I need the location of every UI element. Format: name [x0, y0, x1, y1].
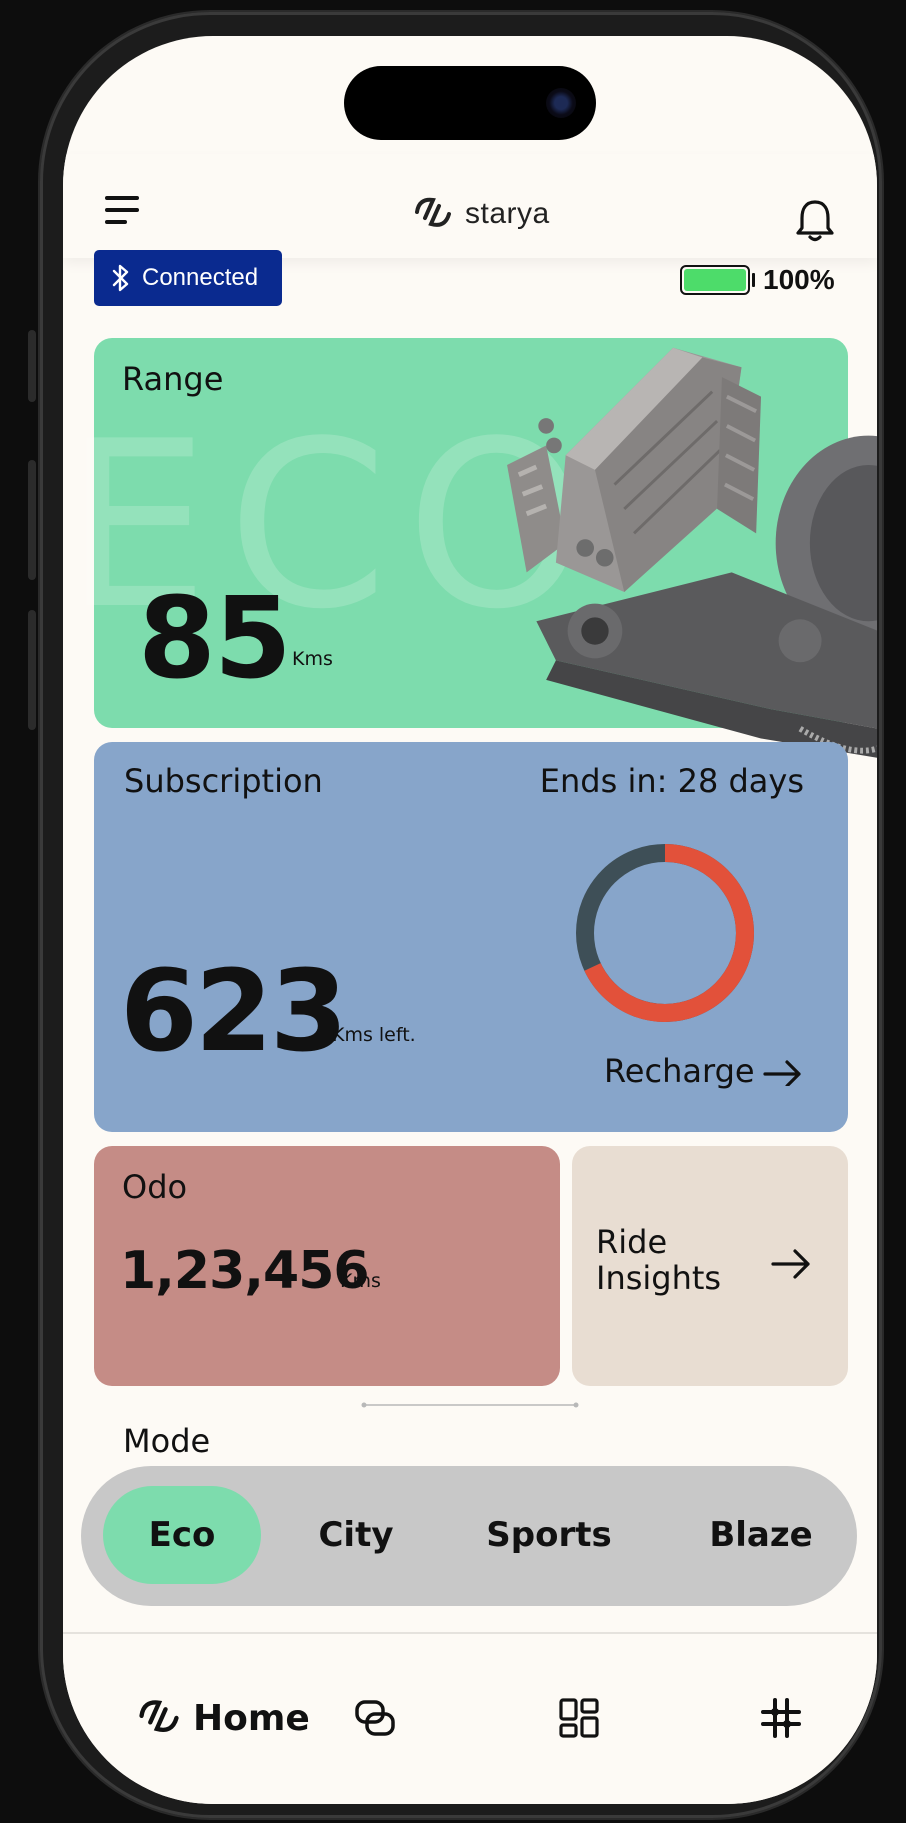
- subscription-title: Subscription: [124, 762, 323, 800]
- recharge-label: Recharge: [604, 1052, 755, 1090]
- hamburger-menu-icon[interactable]: [105, 196, 141, 226]
- battery-tip: [752, 273, 755, 287]
- scooter-icon[interactable]: [759, 1696, 803, 1740]
- scooter-motor-image: [507, 347, 877, 758]
- odo-title: Odo: [122, 1168, 188, 1206]
- ride-insights-label: Ride Insights: [596, 1223, 722, 1297]
- grid-icon[interactable]: [557, 1696, 601, 1740]
- battery-icon: [680, 265, 750, 295]
- range-value: 85: [138, 574, 292, 704]
- link-icon[interactable]: [353, 1696, 397, 1740]
- subscription-ends-text: Ends in: 28 days: [539, 762, 804, 800]
- mode-option-city[interactable]: City: [281, 1486, 431, 1584]
- subscription-kms-left-unit: Kms left.: [332, 1024, 416, 1046]
- battery-percentage: 100%: [763, 264, 835, 295]
- recharge-button[interactable]: Recharge: [604, 1052, 803, 1090]
- bluetooth-status-badge[interactable]: Connected: [94, 250, 282, 306]
- battery-indicator: 100%: [680, 264, 835, 296]
- mode-option-sports[interactable]: Sports: [461, 1486, 637, 1584]
- odometer-card: Odo 1,23,456 Kms: [94, 1146, 560, 1386]
- bell-icon[interactable]: [793, 198, 837, 244]
- volume-down-button: [28, 610, 36, 730]
- battery-level-fill: [684, 269, 746, 291]
- volume-up-button: [28, 460, 36, 580]
- nav-home-tab[interactable]: Home: [135, 1694, 310, 1742]
- subscription-card[interactable]: Subscription Ends in: 28 days 623 Kms le…: [94, 742, 848, 1132]
- app-screen: starya Connected 100% Range ECO 85 Kms S…: [63, 36, 877, 1804]
- nav-home-label: Home: [193, 1697, 310, 1739]
- logo-text: starya: [465, 197, 550, 230]
- subscription-progress-donut: [576, 844, 754, 1022]
- arrow-right-icon: [762, 1060, 801, 1086]
- mode-option-eco[interactable]: Eco: [103, 1486, 261, 1584]
- arrow-right-icon: [771, 1249, 810, 1279]
- bluetooth-label: Connected: [142, 264, 259, 291]
- starya-logo-icon: [415, 197, 451, 227]
- dynamic-island: [344, 66, 596, 140]
- range-unit: Kms: [292, 648, 333, 670]
- action-button: [28, 330, 36, 402]
- app-logo: starya: [411, 192, 550, 236]
- mode-option-blaze[interactable]: Blaze: [681, 1486, 841, 1584]
- app-header: starya: [63, 154, 877, 258]
- odo-unit: Kms: [340, 1270, 381, 1292]
- odo-value: 1,23,456: [120, 1241, 370, 1301]
- carousel-scroll-indicator: [361, 1402, 579, 1408]
- bottom-navigation: Home: [63, 1632, 877, 1804]
- subscription-kms-left-value: 623: [120, 947, 348, 1077]
- ride-insights-card[interactable]: Ride Insights: [572, 1146, 848, 1386]
- mode-selector: Eco City Sports Blaze: [81, 1466, 857, 1606]
- mode-title: Mode: [123, 1422, 211, 1460]
- camera-icon: [546, 88, 576, 118]
- bluetooth-icon: [112, 264, 129, 292]
- starya-logo-icon: [139, 1700, 179, 1733]
